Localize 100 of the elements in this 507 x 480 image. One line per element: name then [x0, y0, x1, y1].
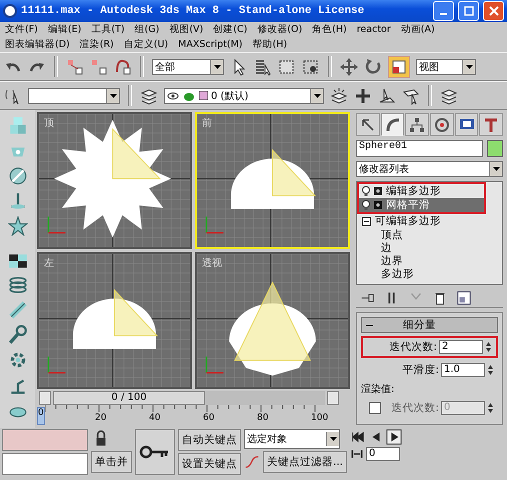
- viewport[interactable]: 左: [37, 252, 192, 389]
- viewport[interactable]: 前: [195, 112, 350, 249]
- auto-key-button[interactable]: 自动关键点: [178, 429, 241, 451]
- menu-item[interactable]: MAXScript(M): [178, 39, 242, 50]
- layer-dropdown[interactable]: 0 (默认): [164, 88, 324, 104]
- frame-field[interactable]: 0: [366, 447, 400, 461]
- next-frame-button[interactable]: [327, 391, 339, 405]
- move-icon[interactable]: [340, 58, 358, 76]
- play-icon[interactable]: [386, 429, 402, 445]
- modifier-stack-item[interactable]: 可编辑多边形: [359, 214, 500, 228]
- menu-item[interactable]: 渲染(R): [80, 38, 114, 51]
- modify-tab[interactable]: [380, 113, 404, 136]
- maxscript-listener-field[interactable]: [2, 429, 88, 451]
- dropdown-arrow-icon[interactable]: [330, 437, 336, 441]
- menu-item[interactable]: 动画(A): [400, 23, 435, 36]
- reference-coord-dropdown[interactable]: 视图: [416, 58, 476, 74]
- named-selection-dropdown[interactable]: [28, 88, 120, 104]
- utilities-tab[interactable]: [479, 113, 504, 136]
- rollout-header[interactable]: 细分量: [361, 317, 498, 333]
- menu-item[interactable]: 组(G): [134, 23, 160, 36]
- modifier-stack-item[interactable]: 编辑多边形: [359, 184, 484, 198]
- track-bar[interactable]: 0 20 40 60 80 100: [35, 405, 352, 427]
- key-tangent-icon[interactable]: [244, 454, 260, 470]
- select-layer-icon[interactable]: [378, 86, 396, 104]
- plus-box-icon[interactable]: [374, 187, 382, 195]
- unlink-icon[interactable]: [90, 58, 108, 76]
- coil-icon[interactable]: [8, 275, 28, 295]
- configure-sets-icon[interactable]: [456, 290, 472, 306]
- key-filters-button[interactable]: 关键点过滤器...: [263, 451, 348, 473]
- dropdown-arrow-icon[interactable]: [492, 167, 500, 171]
- tube-icon[interactable]: [8, 300, 28, 320]
- spinner-arrows-icon[interactable]: [487, 364, 494, 376]
- curve-icon: [384, 116, 402, 134]
- plus-box-icon[interactable]: [374, 201, 382, 209]
- window-select-icon[interactable]: [302, 58, 320, 76]
- viewport[interactable]: 透视: [195, 252, 350, 389]
- dropdown-arrow-icon[interactable]: [214, 64, 220, 68]
- dropdown-arrow-icon[interactable]: [110, 94, 116, 98]
- layer-pointer-icon[interactable]: [402, 86, 420, 104]
- sub-object-item[interactable]: 边界: [359, 254, 500, 267]
- layer-manager-icon[interactable]: [440, 86, 458, 104]
- motion-tab[interactable]: [430, 113, 454, 136]
- plus-icon[interactable]: [354, 86, 372, 104]
- spinner-arrows-icon[interactable]: [487, 402, 494, 414]
- hierarchy-tab[interactable]: [405, 113, 430, 136]
- rotate-icon[interactable]: [364, 58, 382, 76]
- wrench-icon[interactable]: [8, 325, 28, 345]
- spinner-field[interactable]: 1.0: [441, 363, 485, 377]
- sub-object-item[interactable]: 顶点: [359, 228, 500, 241]
- sphere-icon[interactable]: [8, 166, 28, 186]
- key-mode-dropdown[interactable]: 选定对象: [244, 429, 340, 449]
- prev-frame-button[interactable]: [39, 391, 51, 405]
- scale-icon[interactable]: [388, 56, 410, 78]
- menu-item[interactable]: 图表编辑器(D): [5, 38, 70, 51]
- modifier-stack-item[interactable]: 网格平滑: [359, 198, 484, 212]
- rect-select-icon[interactable]: [278, 58, 296, 76]
- menu-item[interactable]: 创建(C): [213, 23, 248, 36]
- selection-filter-dropdown[interactable]: 全部: [152, 58, 224, 74]
- key-icon[interactable]: [135, 429, 175, 475]
- layers-icon[interactable]: [140, 86, 158, 104]
- light-cone: [112, 128, 161, 180]
- menu-item[interactable]: reactor: [356, 24, 391, 35]
- time-slider[interactable]: 0 / 100: [53, 391, 325, 405]
- menu-item[interactable]: 自定义(U): [124, 38, 168, 51]
- go-to-start-icon[interactable]: [350, 429, 366, 445]
- menu-item[interactable]: 帮助(H): [252, 38, 288, 51]
- link-icon[interactable]: [66, 58, 84, 76]
- menu-item[interactable]: 视图(V): [169, 23, 204, 36]
- menu-item[interactable]: 工具(T): [91, 23, 125, 36]
- dropdown-arrow-icon[interactable]: [466, 64, 472, 68]
- minimize-button[interactable]: [433, 1, 454, 21]
- sunburst-layers-icon[interactable]: [330, 86, 348, 104]
- maximize-button[interactable]: [458, 1, 479, 21]
- menu-item[interactable]: 角色(H): [312, 23, 347, 36]
- star-icon[interactable]: [8, 216, 28, 236]
- menu-item[interactable]: 文件(F): [5, 23, 38, 36]
- script-input-field[interactable]: [2, 453, 88, 475]
- lightbulb-icon[interactable]: [362, 200, 370, 210]
- bind-icon[interactable]: [114, 58, 132, 76]
- object-color-swatch[interactable]: [487, 140, 503, 157]
- modifier-list-dropdown[interactable]: 修改器列表: [356, 161, 503, 177]
- viewport[interactable]: 顶: [37, 112, 192, 249]
- select-by-name-icon[interactable]: [254, 58, 272, 76]
- create-tab[interactable]: [356, 113, 380, 136]
- minus-box-icon[interactable]: [362, 216, 371, 226]
- close-button[interactable]: [483, 1, 504, 21]
- slider-thumb[interactable]: 0 / 100: [53, 391, 205, 405]
- spinner-arrows-icon[interactable]: [485, 341, 492, 353]
- spinner-field[interactable]: 2: [439, 340, 483, 354]
- menu-item[interactable]: 修改器(O): [257, 23, 302, 36]
- lightbulb-icon[interactable]: [362, 186, 370, 196]
- set-key-button[interactable]: 设置关键点: [178, 453, 241, 475]
- menu-item[interactable]: 编辑(E): [48, 23, 82, 36]
- sub-object-item[interactable]: 多边形: [359, 267, 500, 280]
- current-frame-marker[interactable]: 0: [37, 407, 45, 425]
- sub-object-item[interactable]: 边: [359, 241, 500, 254]
- dropdown-arrow-icon[interactable]: [314, 94, 320, 98]
- object-name-field[interactable]: Sphere01: [356, 140, 483, 157]
- key-mode-toggle-icon[interactable]: [350, 447, 364, 461]
- display-tab[interactable]: [454, 113, 478, 136]
